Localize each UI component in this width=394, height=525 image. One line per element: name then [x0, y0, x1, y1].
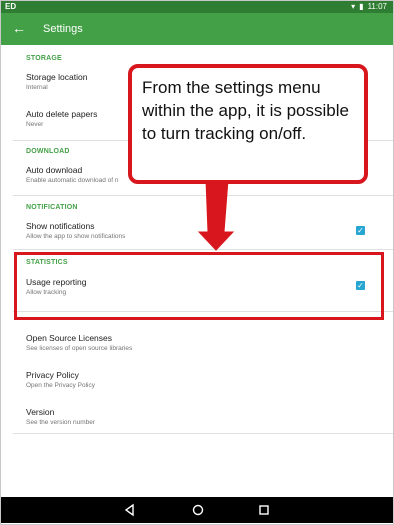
list-item-privacy-policy[interactable]: Privacy Policy Open the Privacy Policy: [26, 370, 376, 390]
status-right: ▾ ▮ 11:07: [351, 1, 387, 13]
app-bar: ← Settings: [1, 13, 393, 45]
divider: [13, 249, 393, 250]
section-header-storage: STORAGE: [26, 55, 62, 62]
status-bar: ED ▾ ▮ 11:07: [1, 1, 393, 13]
divider: [13, 195, 393, 196]
list-item-subtitle: Allow the app to show notifications: [26, 233, 126, 240]
section-header-download: DOWNLOAD: [26, 148, 70, 155]
page-title: Settings: [43, 23, 83, 35]
list-item-subtitle: See licenses of open source libraries: [26, 345, 133, 352]
annotation-callout: From the settings menu within the app, i…: [128, 64, 368, 184]
list-item-title: Open Source Licenses: [26, 333, 112, 343]
divider: [13, 433, 393, 434]
statistics-highlight-box: [14, 252, 384, 320]
annotation-text: From the settings menu within the app, i…: [142, 78, 349, 143]
list-item-title: Show notifications: [26, 221, 95, 231]
list-item-show-notifications[interactable]: Show notifications Allow the app to show…: [26, 221, 376, 241]
section-header-notification: NOTIFICATION: [26, 204, 78, 211]
status-time: 11:07: [367, 2, 387, 11]
list-item-title: Version: [26, 407, 55, 417]
arrow-left-icon[interactable]: ←: [11, 20, 27, 36]
system-nav-bar: [1, 497, 393, 523]
status-left-text: ED: [5, 2, 17, 11]
list-item-subtitle: See the version number: [26, 419, 96, 426]
list-item-version[interactable]: Version See the version number: [26, 407, 376, 427]
list-item-subtitle: Open the Privacy Policy: [26, 382, 96, 389]
back-triangle-icon[interactable]: [123, 503, 137, 517]
home-circle-icon[interactable]: [191, 503, 205, 517]
list-item-open-source-licenses[interactable]: Open Source Licenses See licenses of ope…: [26, 333, 376, 353]
show-notifications-checkbox[interactable]: ✓: [356, 226, 365, 235]
recents-square-icon[interactable]: [257, 503, 271, 517]
wifi-icon: ▾: [351, 2, 356, 11]
battery-icon: ▮: [359, 2, 364, 11]
list-item-title: Privacy Policy: [26, 370, 79, 380]
